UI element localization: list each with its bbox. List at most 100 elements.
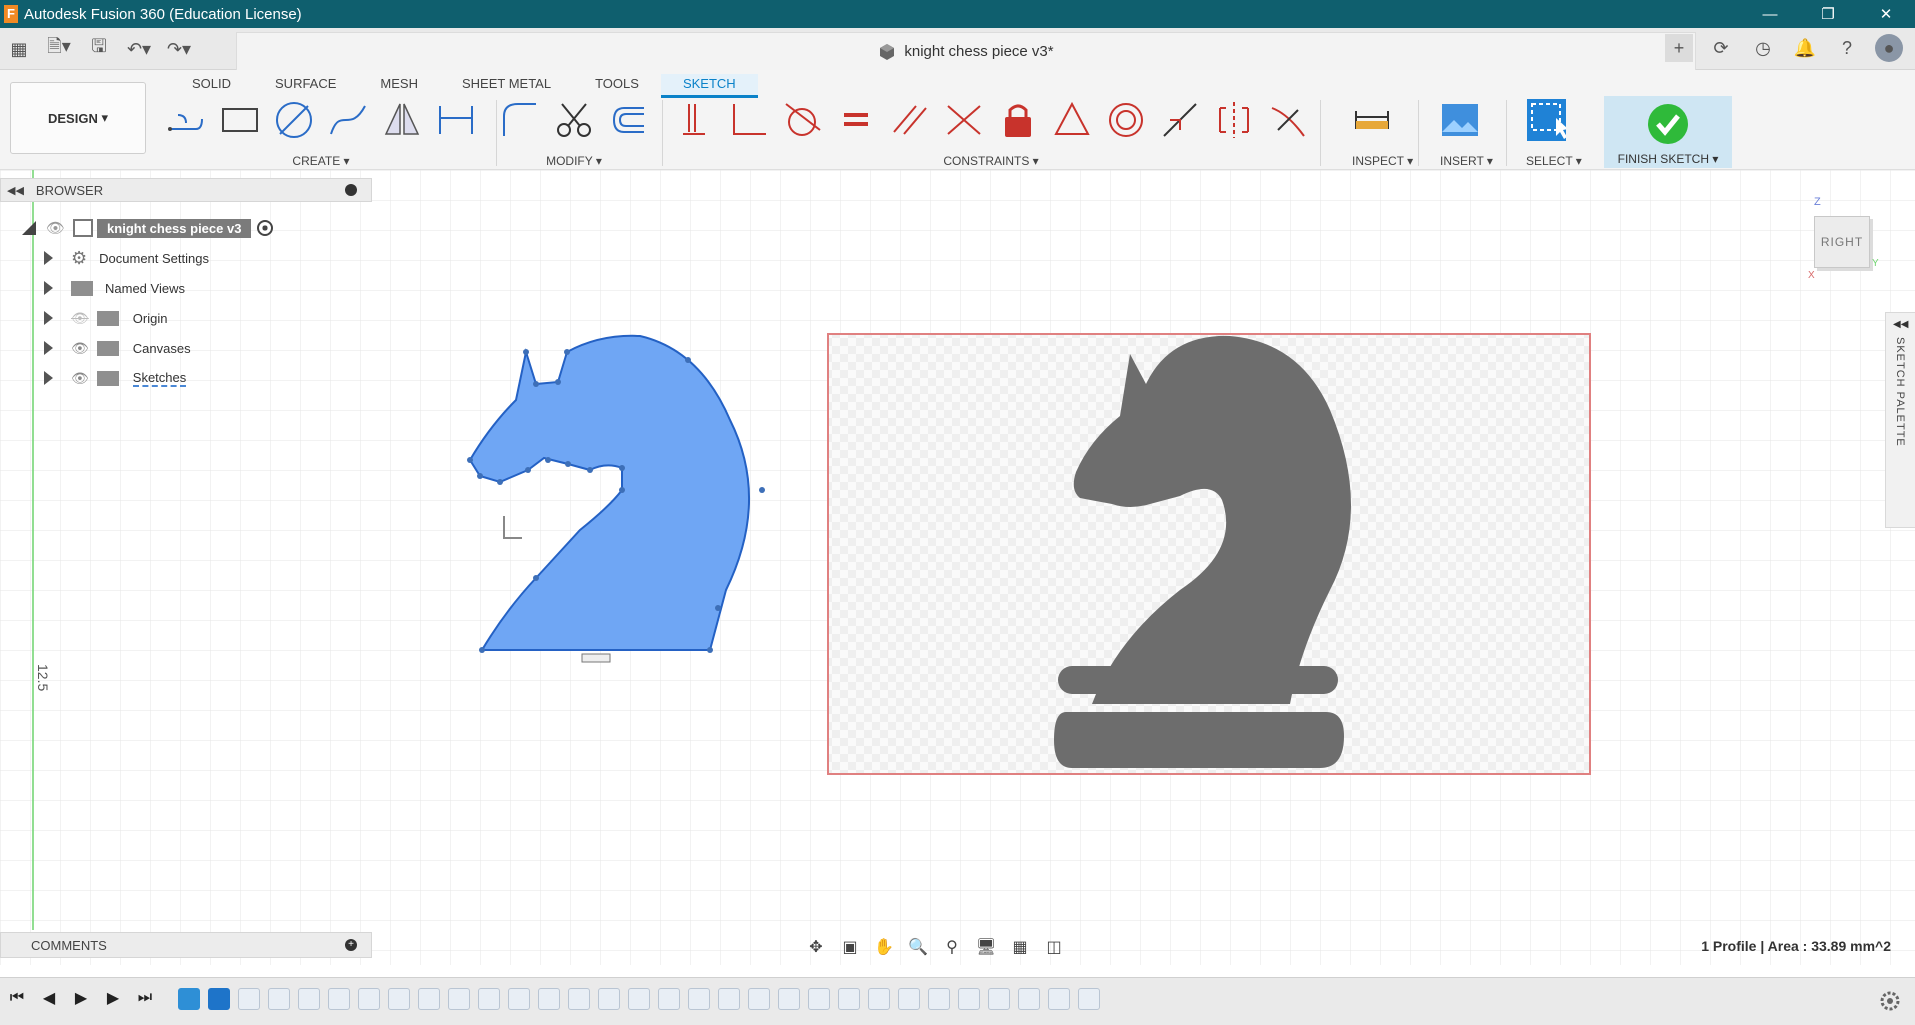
timeline-canvas-feature[interactable] (178, 988, 200, 1010)
view-cube-face[interactable]: RIGHT (1814, 216, 1870, 268)
fillet-tool-icon[interactable] (500, 100, 540, 140)
timeline-feature[interactable] (928, 988, 950, 1010)
orbit-icon[interactable]: ✥ (806, 937, 826, 957)
browser-item-document-settings[interactable]: ⚙ Document Settings (44, 244, 209, 272)
circle-tool-icon[interactable] (274, 100, 314, 140)
browser-root-row[interactable]: 👁 knight chess piece v3 (22, 214, 274, 242)
timeline-feature[interactable] (688, 988, 710, 1010)
timeline-feature[interactable] (1048, 988, 1070, 1010)
symmetry-constraint-icon[interactable] (1214, 100, 1254, 140)
browser-pin-icon[interactable] (345, 184, 357, 196)
tab-mesh[interactable]: MESH (358, 74, 440, 98)
mirror-tool-icon[interactable] (382, 100, 422, 140)
expand-arrow-icon[interactable] (44, 341, 53, 355)
select-window-icon[interactable] (1526, 99, 1566, 141)
timeline-feature[interactable] (448, 988, 470, 1010)
canvas-reference-image[interactable] (827, 333, 1591, 775)
undo-icon[interactable]: ↶▾ (126, 36, 152, 62)
timeline-feature[interactable] (418, 988, 440, 1010)
expand-palette-icon[interactable]: ◀◀ (1893, 319, 1908, 330)
timeline-feature[interactable] (478, 988, 500, 1010)
play-icon[interactable]: ▶ (72, 988, 90, 1008)
insert-menu[interactable]: INSERT ▾ (1440, 154, 1493, 168)
timeline-feature[interactable] (808, 988, 830, 1010)
timeline-feature[interactable] (748, 988, 770, 1010)
extensions-icon[interactable]: ⟳ (1707, 34, 1735, 62)
visibility-eye-icon[interactable]: 👁 (71, 340, 89, 357)
parallel-constraint-icon[interactable] (890, 100, 930, 140)
browser-item-named-views[interactable]: Named Views (44, 274, 185, 302)
timeline-feature[interactable] (538, 988, 560, 1010)
tab-surface[interactable]: SURFACE (253, 74, 358, 98)
expand-arrow-icon[interactable] (44, 281, 53, 295)
restore-icon[interactable]: ❐ (1799, 0, 1857, 28)
timeline-feature[interactable] (958, 988, 980, 1010)
workspace-switcher[interactable]: DESIGN ▾ (10, 82, 146, 154)
fit-icon[interactable]: ⚲ (942, 937, 962, 957)
tab-tools[interactable]: TOOLS (573, 74, 661, 98)
document-tab[interactable]: knight chess piece v3* ✕ (236, 32, 1696, 70)
tab-sketch[interactable]: SKETCH (660, 74, 758, 98)
step-back-icon[interactable]: ◀ (40, 988, 58, 1008)
select-menu[interactable]: SELECT ▾ (1526, 154, 1582, 168)
zoom-icon[interactable]: 🔍 (908, 937, 928, 957)
finish-sketch-button[interactable]: FINISH SKETCH ▾ (1604, 96, 1732, 168)
job-status-icon[interactable]: ◷ (1749, 34, 1777, 62)
visibility-eye-icon[interactable]: 👁 (46, 219, 65, 237)
rectangle-tool-icon[interactable] (220, 100, 260, 140)
timeline-feature[interactable] (388, 988, 410, 1010)
collinear-constraint-icon[interactable] (944, 100, 984, 140)
help-icon[interactable]: ? (1833, 34, 1861, 62)
pan-hand-icon[interactable]: ✋ (874, 937, 894, 957)
curvature-constraint-icon[interactable] (1268, 100, 1308, 140)
horizontal-vertical-constraint-icon[interactable] (1160, 100, 1200, 140)
measure-ruler-icon[interactable] (1352, 100, 1392, 140)
sketch-palette-tab[interactable]: ◀◀ SKETCH PALETTE (1885, 312, 1915, 528)
step-forward-icon[interactable]: ▶ (104, 988, 122, 1008)
timeline-feature[interactable] (868, 988, 890, 1010)
timeline-feature[interactable] (298, 988, 320, 1010)
save-icon[interactable]: 🖫 (86, 36, 112, 62)
data-panel-grid-icon[interactable]: ▦ (6, 36, 32, 62)
modify-menu[interactable]: MODIFY ▾ (500, 154, 648, 168)
browser-item-sketches[interactable]: 👁 Sketches (44, 364, 187, 392)
offset-tool-icon[interactable] (608, 100, 648, 140)
timeline-feature[interactable] (598, 988, 620, 1010)
timeline-feature[interactable] (898, 988, 920, 1010)
timeline-feature[interactable] (1018, 988, 1040, 1010)
tab-solid[interactable]: SOLID (170, 74, 253, 98)
tab-sheet-metal[interactable]: SHEET METAL (440, 74, 573, 98)
browser-item-canvases[interactable]: 👁 Canvases (44, 334, 191, 362)
timeline-feature[interactable] (658, 988, 680, 1010)
collapse-browser-icon[interactable]: ◀◀ (7, 184, 24, 197)
inspect-menu[interactable]: INSPECT ▾ (1352, 154, 1413, 168)
perpendicular-constraint-icon[interactable] (728, 100, 768, 140)
display-settings-icon[interactable]: 🖥 (976, 937, 996, 957)
timeline-feature[interactable] (778, 988, 800, 1010)
timeline-feature[interactable] (508, 988, 530, 1010)
timeline-settings-gear-icon[interactable] (1879, 990, 1901, 1012)
redo-icon[interactable]: ↷▾ (166, 36, 192, 62)
timeline-feature[interactable] (358, 988, 380, 1010)
timeline-feature[interactable] (718, 988, 740, 1010)
expand-arrow-icon[interactable] (44, 251, 53, 265)
expand-arrow-icon[interactable] (44, 371, 53, 385)
coincident-constraint-icon[interactable] (674, 100, 714, 140)
notifications-bell-icon[interactable]: 🔔 (1791, 34, 1819, 62)
activate-radio-icon[interactable] (257, 220, 274, 236)
browser-header[interactable]: ◀◀ BROWSER (0, 178, 372, 202)
minimize-icon[interactable]: — (1741, 0, 1799, 28)
tangent-constraint-icon[interactable] (782, 100, 822, 140)
dimension-tool-icon[interactable] (436, 100, 476, 140)
insert-image-icon[interactable] (1440, 100, 1480, 140)
midpoint-triangle-icon[interactable] (1052, 100, 1092, 140)
timeline-feature[interactable] (328, 988, 350, 1010)
comments-panel-header[interactable]: COMMENTS + (0, 932, 372, 958)
line-tool-icon[interactable] (166, 100, 206, 140)
viewports-icon[interactable]: ◫ (1044, 937, 1064, 957)
grid-settings-icon[interactable]: ▦ (1010, 937, 1030, 957)
trim-scissors-icon[interactable] (554, 100, 594, 140)
create-menu[interactable]: CREATE ▾ (166, 154, 476, 168)
look-at-icon[interactable]: ▣ (840, 937, 860, 957)
timeline-feature[interactable] (628, 988, 650, 1010)
